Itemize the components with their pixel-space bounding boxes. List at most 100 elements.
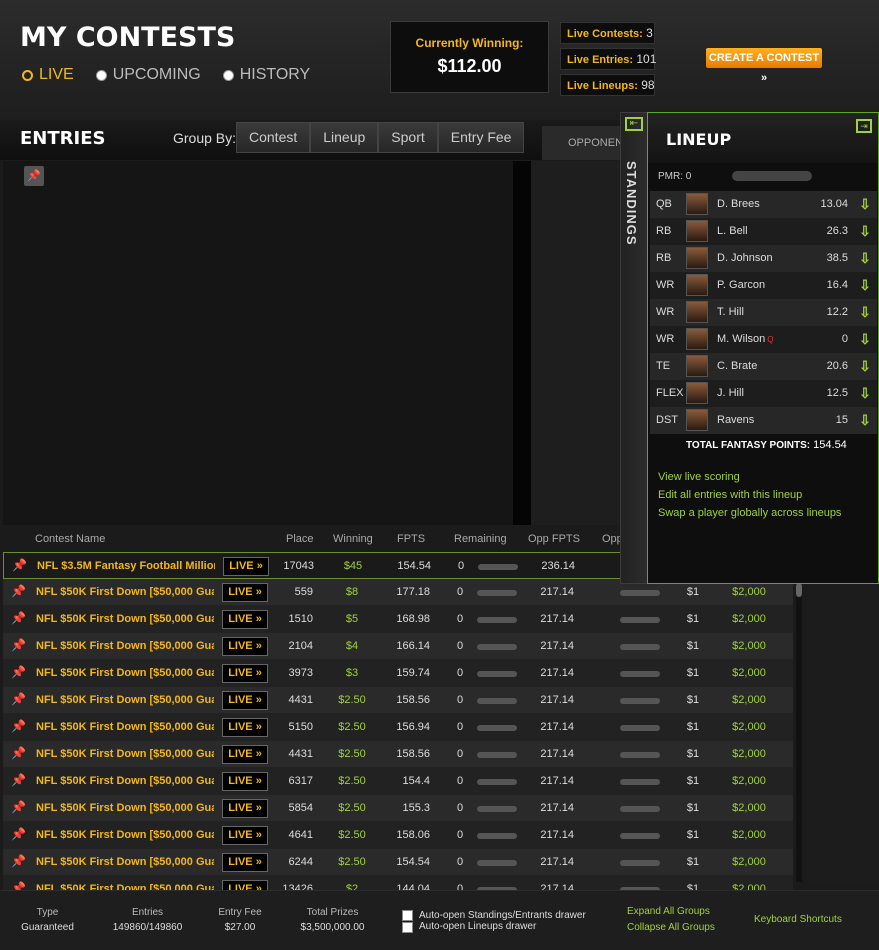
player-name[interactable]: D. Brees (717, 198, 760, 210)
contest-name[interactable]: NFL $50K First Down [$50,000 Guaranteed] (36, 856, 214, 868)
lineup-player-row[interactable]: DST Ravens 15 ⇩ (650, 407, 877, 434)
contest-name[interactable]: NFL $3.5M Fantasy Football Millionaire (37, 560, 215, 572)
live-button[interactable]: LIVE » (222, 799, 268, 818)
live-button[interactable]: LIVE » (222, 718, 268, 737)
close-drawer-icon[interactable]: ⇥ (856, 119, 872, 133)
pin-icon[interactable]: 📌 (24, 166, 44, 186)
player-name[interactable]: T. Hill (717, 306, 744, 318)
contest-name[interactable]: NFL $50K First Down [$50,000 Guaranteed] (36, 667, 214, 679)
swap-arrow-icon[interactable]: ⇩ (857, 357, 873, 375)
player-name[interactable]: J. Hill (717, 387, 744, 399)
swap-arrow-icon[interactable]: ⇩ (857, 222, 873, 240)
live-button[interactable]: LIVE » (222, 583, 268, 602)
edit-entries-link[interactable]: Edit all entries with this lineup (658, 489, 802, 501)
contest-name[interactable]: NFL $50K First Down [$50,000 Guaranteed] (36, 829, 214, 841)
table-row[interactable]: 📌 NFL $50K First Down [$50,000 Guaranteed… (3, 633, 793, 660)
contest-name[interactable]: NFL $50K First Down [$50,000 Guaranteed] (36, 586, 214, 598)
scrollbar-track[interactable] (796, 552, 802, 882)
group-tab-entry-fee[interactable]: Entry Fee (437, 122, 525, 153)
pin-icon[interactable]: 📌 (11, 584, 26, 598)
swap-arrow-icon[interactable]: ⇩ (857, 249, 873, 267)
pin-icon[interactable]: 📌 (11, 773, 26, 787)
col-place[interactable]: Place (286, 533, 314, 545)
pin-icon[interactable]: 📌 (11, 800, 26, 814)
contest-name[interactable]: NFL $50K First Down [$50,000 Guaranteed] (36, 613, 214, 625)
swap-arrow-icon[interactable]: ⇩ (857, 276, 873, 294)
group-tab-contest[interactable]: Contest (236, 122, 311, 153)
opponent-tab[interactable]: OPPONENT (542, 126, 630, 160)
live-button[interactable]: LIVE » (222, 691, 268, 710)
contest-name[interactable]: NFL $50K First Down [$50,000 Guaranteed] (36, 640, 214, 652)
live-button[interactable]: LIVE » (222, 826, 268, 845)
pin-icon[interactable]: 📌 (11, 827, 26, 841)
lineup-player-row[interactable]: RB D. Johnson 38.5 ⇩ (650, 245, 877, 272)
pin-icon[interactable]: 📌 (11, 692, 26, 706)
live-button[interactable]: LIVE » (222, 664, 268, 683)
create-contest-button[interactable]: CREATE A CONTEST » (706, 48, 822, 84)
group-tab-lineup[interactable]: Lineup (310, 122, 379, 153)
lineup-player-row[interactable]: QB D. Brees 13.04 ⇩ (650, 191, 877, 218)
lineup-player-row[interactable]: RB L. Bell 26.3 ⇩ (650, 218, 877, 245)
live-button[interactable]: LIVE » (222, 637, 268, 656)
lineup-player-row[interactable]: TE C. Brate 20.6 ⇩ (650, 353, 877, 380)
contest-name[interactable]: NFL $50K First Down [$50,000 Guaranteed] (36, 775, 214, 787)
scrollbar-thumb[interactable] (796, 583, 802, 597)
auto-lineups-checkbox[interactable] (402, 922, 413, 933)
live-button[interactable]: LIVE » (222, 745, 268, 764)
table-row[interactable]: 📌 NFL $50K First Down [$50,000 Guaranteed… (3, 849, 793, 876)
col-opp-fpts[interactable]: Opp FPTS (528, 533, 580, 545)
contest-name[interactable]: NFL $50K First Down [$50,000 Guaranteed] (36, 748, 214, 760)
pin-icon[interactable]: 📌 (11, 611, 26, 625)
player-name[interactable]: Ravens (717, 414, 754, 426)
pin-icon[interactable]: 📌 (12, 558, 27, 572)
swap-arrow-icon[interactable]: ⇩ (857, 303, 873, 321)
lineup-player-row[interactable]: WR P. Garcon 16.4 ⇩ (650, 272, 877, 299)
table-row[interactable]: 📌 NFL $50K First Down [$50,000 Guaranteed… (3, 687, 793, 714)
table-row[interactable]: 📌 NFL $50K First Down [$50,000 Guaranteed… (3, 606, 793, 633)
live-button[interactable]: LIVE » (222, 853, 268, 872)
live-button[interactable]: LIVE » (223, 557, 269, 576)
pin-icon[interactable]: 📌 (11, 638, 26, 652)
live-button[interactable]: LIVE » (222, 772, 268, 791)
tab-live[interactable]: LIVE (22, 66, 74, 84)
swap-player-link[interactable]: Swap a player globally across lineups (658, 507, 841, 519)
tab-upcoming[interactable]: UPCOMING (95, 66, 201, 84)
table-row[interactable]: 📌 NFL $50K First Down [$50,000 Guaranteed… (3, 660, 793, 687)
expand-all-link[interactable]: Expand All Groups (627, 906, 710, 917)
table-row[interactable]: 📌 NFL $50K First Down [$50,000 Guaranteed… (3, 795, 793, 822)
view-live-scoring-link[interactable]: View live scoring (658, 471, 740, 483)
tab-history[interactable]: HISTORY (222, 66, 310, 84)
group-tab-sport[interactable]: Sport (378, 122, 438, 153)
contest-name[interactable]: NFL $50K First Down [$50,000 Guaranteed] (36, 802, 214, 814)
player-name[interactable]: M. Wilson Q (717, 333, 774, 345)
pin-icon[interactable]: 📌 (11, 665, 26, 679)
swap-arrow-icon[interactable]: ⇩ (857, 411, 873, 429)
pin-icon[interactable]: 📌 (11, 746, 26, 760)
swap-arrow-icon[interactable]: ⇩ (857, 195, 873, 213)
lineup-player-row[interactable]: FLEX J. Hill 12.5 ⇩ (650, 380, 877, 407)
col-contest-name[interactable]: Contest Name (35, 533, 105, 545)
table-row[interactable]: 📌 NFL $50K First Down [$50,000 Guaranteed… (3, 714, 793, 741)
expand-icon[interactable]: ⇤ (625, 117, 643, 131)
col-fpts[interactable]: FPTS (397, 533, 425, 545)
contest-name[interactable]: NFL $50K First Down [$50,000 Guaranteed] (36, 721, 214, 733)
live-button[interactable]: LIVE » (222, 610, 268, 629)
col-winning[interactable]: Winning (333, 533, 373, 545)
auto-standings-checkbox[interactable] (402, 910, 413, 921)
pin-icon[interactable]: 📌 (11, 719, 26, 733)
player-name[interactable]: L. Bell (717, 225, 748, 237)
pin-icon[interactable]: 📌 (11, 854, 26, 868)
lineup-player-row[interactable]: WR M. Wilson Q 0 ⇩ (650, 326, 877, 353)
contest-name[interactable]: NFL $50K First Down [$50,000 Guaranteed] (36, 694, 214, 706)
player-name[interactable]: P. Garcon (717, 279, 765, 291)
standings-drawer-tab[interactable]: ⇤ STANDINGS (620, 112, 648, 584)
table-row[interactable]: 📌 NFL $50K First Down [$50,000 Guaranteed… (3, 741, 793, 768)
swap-arrow-icon[interactable]: ⇩ (857, 330, 873, 348)
player-name[interactable]: C. Brate (717, 360, 757, 372)
swap-arrow-icon[interactable]: ⇩ (857, 384, 873, 402)
keyboard-shortcuts-link[interactable]: Keyboard Shortcuts (754, 914, 842, 925)
table-row[interactable]: 📌 NFL $50K First Down [$50,000 Guaranteed… (3, 768, 793, 795)
lineup-player-row[interactable]: WR T. Hill 12.2 ⇩ (650, 299, 877, 326)
collapse-all-link[interactable]: Collapse All Groups (627, 922, 715, 933)
table-row[interactable]: 📌 NFL $50K First Down [$50,000 Guaranteed… (3, 822, 793, 849)
